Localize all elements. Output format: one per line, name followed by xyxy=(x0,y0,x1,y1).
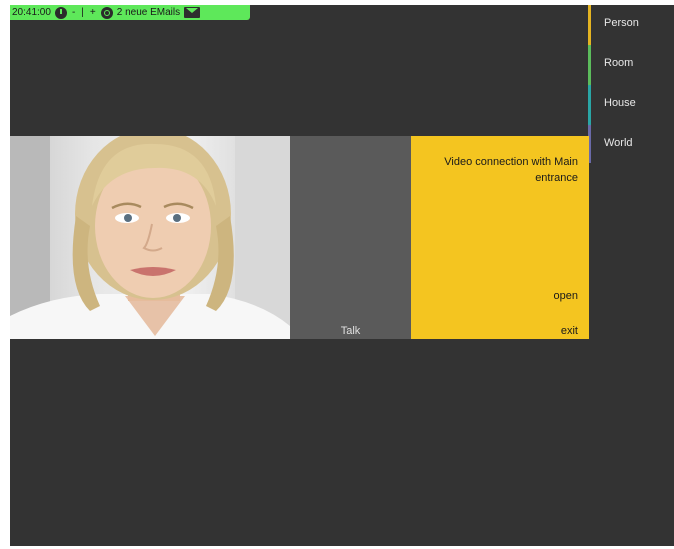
mail-status-icon xyxy=(100,6,113,19)
intercom-screen: 20:41:00 - | + 2 neue EMails Person Room… xyxy=(10,5,674,546)
nav-item-label: House xyxy=(604,97,636,109)
status-separator: | xyxy=(81,7,84,18)
volume-down-button[interactable]: - xyxy=(69,7,78,18)
status-bar: 20:41:00 - | + 2 neue EMails xyxy=(10,5,250,20)
nav-item-person[interactable]: Person xyxy=(588,5,674,45)
side-nav: Person Room House World xyxy=(588,5,674,163)
nav-item-world[interactable]: World xyxy=(588,125,674,163)
email-notice[interactable]: 2 neue EMails xyxy=(115,7,182,18)
envelope-icon[interactable] xyxy=(184,7,201,18)
volume-up-button[interactable]: + xyxy=(87,7,99,18)
info-panel: Video connection with Main entrance open… xyxy=(411,136,589,339)
open-button[interactable]: open xyxy=(554,290,578,302)
nav-item-label: Room xyxy=(604,57,634,69)
nav-item-room[interactable]: Room xyxy=(588,45,674,85)
status-time: 20:41:00 xyxy=(12,7,51,18)
exit-button[interactable]: exit xyxy=(561,325,578,337)
nav-item-house[interactable]: House xyxy=(588,85,674,125)
nav-item-label: World xyxy=(604,137,633,149)
video-feed xyxy=(10,136,290,339)
talk-button[interactable]: Talk xyxy=(290,136,411,339)
connection-message: Video connection with Main entrance xyxy=(444,156,578,184)
visitor-portrait xyxy=(10,136,290,339)
talk-label: Talk xyxy=(340,325,361,337)
clock-icon xyxy=(54,6,67,19)
nav-item-label: Person xyxy=(604,17,639,29)
